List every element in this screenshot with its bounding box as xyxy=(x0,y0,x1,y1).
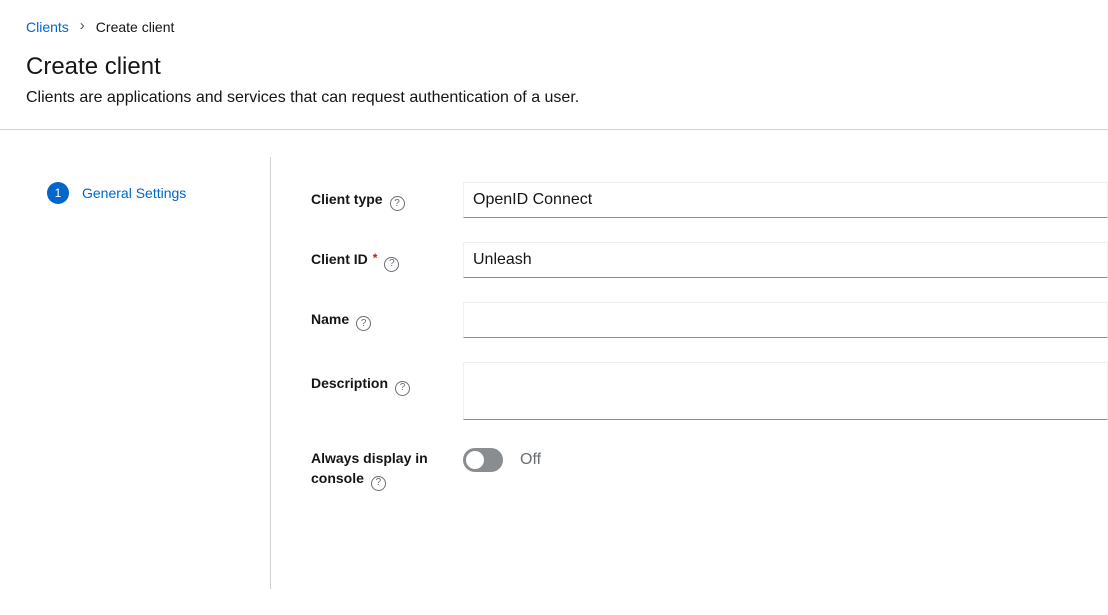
general-settings-form: Client type? OpenID Connect Client ID*? … xyxy=(271,157,1108,589)
name-help-icon[interactable]: ? xyxy=(356,316,371,331)
always-display-label-text: Always display in console xyxy=(311,450,428,486)
step-number-badge: 1 xyxy=(47,182,69,204)
create-client-wizard: 1 General Settings Client type? OpenID C… xyxy=(0,130,1108,589)
toggle-knob xyxy=(466,451,484,469)
client-id-label-text: Client ID xyxy=(311,251,368,267)
description-help-icon[interactable]: ? xyxy=(395,381,410,396)
always-display-label: Always display in console? xyxy=(311,444,463,491)
name-label-text: Name xyxy=(311,311,349,327)
client-type-help-icon[interactable]: ? xyxy=(390,196,405,211)
client-type-label: Client type? xyxy=(311,189,463,212)
description-label-text: Description xyxy=(311,375,388,391)
toggle-state-label: Off xyxy=(520,451,541,469)
wizard-step-general-settings[interactable]: 1 General Settings xyxy=(0,157,270,204)
breadcrumb-separator-icon: › xyxy=(80,18,85,33)
form-row-client-type: Client type? OpenID Connect xyxy=(311,182,1108,218)
client-id-label: Client ID *? xyxy=(311,248,463,272)
always-display-help-icon[interactable]: ? xyxy=(371,476,386,491)
breadcrumb-current: Create client xyxy=(96,19,175,35)
page-header: Create client Clients are applications a… xyxy=(0,36,1108,108)
form-row-always-display: Always display in console? Off xyxy=(311,444,1108,491)
client-id-help-icon[interactable]: ? xyxy=(384,257,399,272)
form-row-name: Name? xyxy=(311,302,1108,338)
wizard-nav: 1 General Settings xyxy=(0,157,271,589)
form-row-client-id: Client ID *? xyxy=(311,242,1108,278)
page-subtitle: Clients are applications and services th… xyxy=(26,88,1082,108)
description-label: Description? xyxy=(311,362,463,420)
description-textarea[interactable] xyxy=(463,362,1108,420)
name-label: Name? xyxy=(311,309,463,332)
form-row-description: Description? xyxy=(311,362,1108,420)
required-indicator: * xyxy=(373,251,378,265)
always-display-toggle[interactable] xyxy=(463,448,503,472)
page-title: Create client xyxy=(26,53,1082,81)
name-input[interactable] xyxy=(463,302,1108,338)
client-type-select[interactable]: OpenID Connect xyxy=(463,182,1108,218)
step-label: General Settings xyxy=(82,183,186,203)
client-id-input[interactable] xyxy=(463,242,1108,278)
breadcrumb: Clients › Create client xyxy=(0,0,1108,36)
breadcrumb-link-clients[interactable]: Clients xyxy=(26,19,69,35)
client-type-label-text: Client type xyxy=(311,191,383,207)
